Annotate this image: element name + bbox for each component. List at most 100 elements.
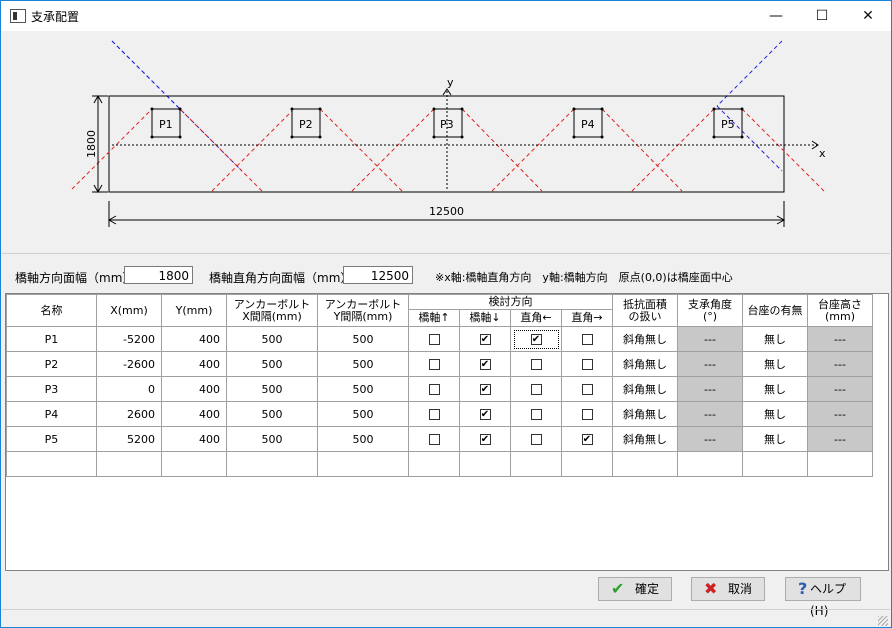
close-button[interactable]: ✕ — [845, 1, 891, 31]
cell-resist[interactable]: 斜角無し — [612, 351, 678, 377]
checkbox[interactable] — [428, 359, 440, 370]
cell-resist[interactable]: 斜角無し — [612, 401, 678, 427]
empty-cell[interactable] — [677, 451, 743, 477]
cell-pedestal[interactable]: 無し — [742, 426, 808, 452]
empty-cell[interactable] — [317, 451, 409, 477]
minimize-button[interactable]: — — [753, 1, 799, 31]
cell-chk-cross-left[interactable] — [510, 376, 562, 402]
cell-pedestal-height[interactable]: --- — [807, 401, 873, 427]
checkbox[interactable]: ✔ — [479, 334, 491, 345]
checkbox[interactable] — [428, 334, 440, 345]
cell-anchor-x[interactable]: 500 — [226, 376, 318, 402]
cell-chk-cross-left[interactable] — [510, 401, 562, 427]
cell-name[interactable]: P1 — [6, 326, 97, 352]
cell-angle[interactable]: --- — [677, 351, 743, 377]
empty-cell[interactable] — [226, 451, 318, 477]
cancel-button[interactable]: ✖ 取消 — [691, 577, 765, 601]
checkbox[interactable]: ✔ — [479, 409, 491, 420]
cell-angle[interactable]: --- — [677, 426, 743, 452]
cell-resist[interactable]: 斜角無し — [612, 426, 678, 452]
cell-name[interactable]: P2 — [6, 351, 97, 377]
cell-anchor-x[interactable]: 500 — [226, 351, 318, 377]
cell-angle[interactable]: --- — [677, 401, 743, 427]
cell-chk-bridge-up[interactable] — [408, 426, 460, 452]
bridge-width-field[interactable]: 1800 — [124, 266, 193, 284]
cell-chk-cross-right[interactable] — [561, 401, 613, 427]
checkbox[interactable] — [581, 384, 593, 395]
checkbox[interactable]: ✔ — [479, 359, 491, 370]
cell-anchor-y[interactable]: 500 — [317, 376, 409, 402]
checkbox[interactable]: ✔ — [479, 384, 491, 395]
cell-chk-bridge-down[interactable]: ✔ — [459, 426, 511, 452]
cell-chk-cross-left[interactable]: ✔ — [510, 326, 562, 352]
cell-pedestal-height[interactable]: --- — [807, 376, 873, 402]
empty-cell[interactable] — [161, 451, 227, 477]
cell-pedestal[interactable]: 無し — [742, 376, 808, 402]
cell-chk-bridge-down[interactable]: ✔ — [459, 401, 511, 427]
maximize-button[interactable]: ☐ — [799, 1, 845, 31]
empty-cell[interactable] — [6, 451, 97, 477]
cell-pedestal[interactable]: 無し — [742, 401, 808, 427]
cell-angle[interactable]: --- — [677, 326, 743, 352]
checkbox[interactable] — [581, 334, 593, 345]
empty-cell[interactable] — [742, 451, 808, 477]
cell-chk-bridge-down[interactable]: ✔ — [459, 351, 511, 377]
cell-chk-bridge-down[interactable]: ✔ — [459, 376, 511, 402]
checkbox[interactable] — [428, 434, 440, 445]
cell-pedestal[interactable]: 無し — [742, 326, 808, 352]
cell-resist[interactable]: 斜角無し — [612, 376, 678, 402]
checkbox[interactable]: ✔ — [581, 434, 593, 445]
cell-chk-cross-left[interactable] — [510, 351, 562, 377]
empty-cell[interactable] — [459, 451, 511, 477]
checkbox[interactable] — [530, 359, 542, 370]
cell-x[interactable]: -5200 — [96, 326, 162, 352]
cell-resist[interactable]: 斜角無し — [612, 326, 678, 352]
checkbox[interactable] — [581, 359, 593, 370]
cross-width-field[interactable]: 12500 — [343, 266, 413, 284]
checkbox[interactable]: ✔ — [530, 334, 542, 345]
cell-x[interactable]: -2600 — [96, 351, 162, 377]
cell-chk-bridge-up[interactable] — [408, 401, 460, 427]
cell-anchor-x[interactable]: 500 — [226, 426, 318, 452]
cell-chk-bridge-up[interactable] — [408, 351, 460, 377]
empty-cell[interactable] — [561, 451, 613, 477]
cell-chk-cross-right[interactable] — [561, 326, 613, 352]
ok-button[interactable]: ✔ 確定 — [598, 577, 672, 601]
cell-chk-cross-left[interactable] — [510, 426, 562, 452]
empty-cell[interactable] — [408, 451, 460, 477]
cell-name[interactable]: P3 — [6, 376, 97, 402]
help-button[interactable]: ? ヘルプ(H) — [785, 577, 861, 618]
checkbox[interactable] — [581, 409, 593, 420]
cell-name[interactable]: P5 — [6, 426, 97, 452]
cell-x[interactable]: 2600 — [96, 401, 162, 427]
cell-anchor-y[interactable]: 500 — [317, 351, 409, 377]
cell-pedestal-height[interactable]: --- — [807, 426, 873, 452]
cell-anchor-x[interactable]: 500 — [226, 401, 318, 427]
cell-chk-cross-right[interactable]: ✔ — [561, 426, 613, 452]
checkbox[interactable] — [530, 434, 542, 445]
empty-cell[interactable] — [807, 451, 873, 477]
cell-chk-bridge-up[interactable] — [408, 326, 460, 352]
checkbox[interactable] — [428, 384, 440, 395]
cell-y[interactable]: 400 — [161, 326, 227, 352]
cell-anchor-y[interactable]: 500 — [317, 426, 409, 452]
cell-chk-cross-right[interactable] — [561, 376, 613, 402]
cell-anchor-y[interactable]: 500 — [317, 401, 409, 427]
cell-y[interactable]: 400 — [161, 401, 227, 427]
checkbox[interactable] — [428, 409, 440, 420]
cell-chk-bridge-up[interactable] — [408, 376, 460, 402]
cell-x[interactable]: 0 — [96, 376, 162, 402]
cell-pedestal-height[interactable]: --- — [807, 326, 873, 352]
cell-name[interactable]: P4 — [6, 401, 97, 427]
cell-pedestal-height[interactable]: --- — [807, 351, 873, 377]
empty-cell[interactable] — [612, 451, 678, 477]
empty-cell[interactable] — [96, 451, 162, 477]
cell-y[interactable]: 400 — [161, 376, 227, 402]
cell-chk-bridge-down[interactable]: ✔ — [459, 326, 511, 352]
checkbox[interactable] — [530, 409, 542, 420]
cell-y[interactable]: 400 — [161, 351, 227, 377]
resize-grip[interactable] — [878, 616, 888, 626]
cell-angle[interactable]: --- — [677, 376, 743, 402]
checkbox[interactable]: ✔ — [479, 434, 491, 445]
empty-cell[interactable] — [510, 451, 562, 477]
